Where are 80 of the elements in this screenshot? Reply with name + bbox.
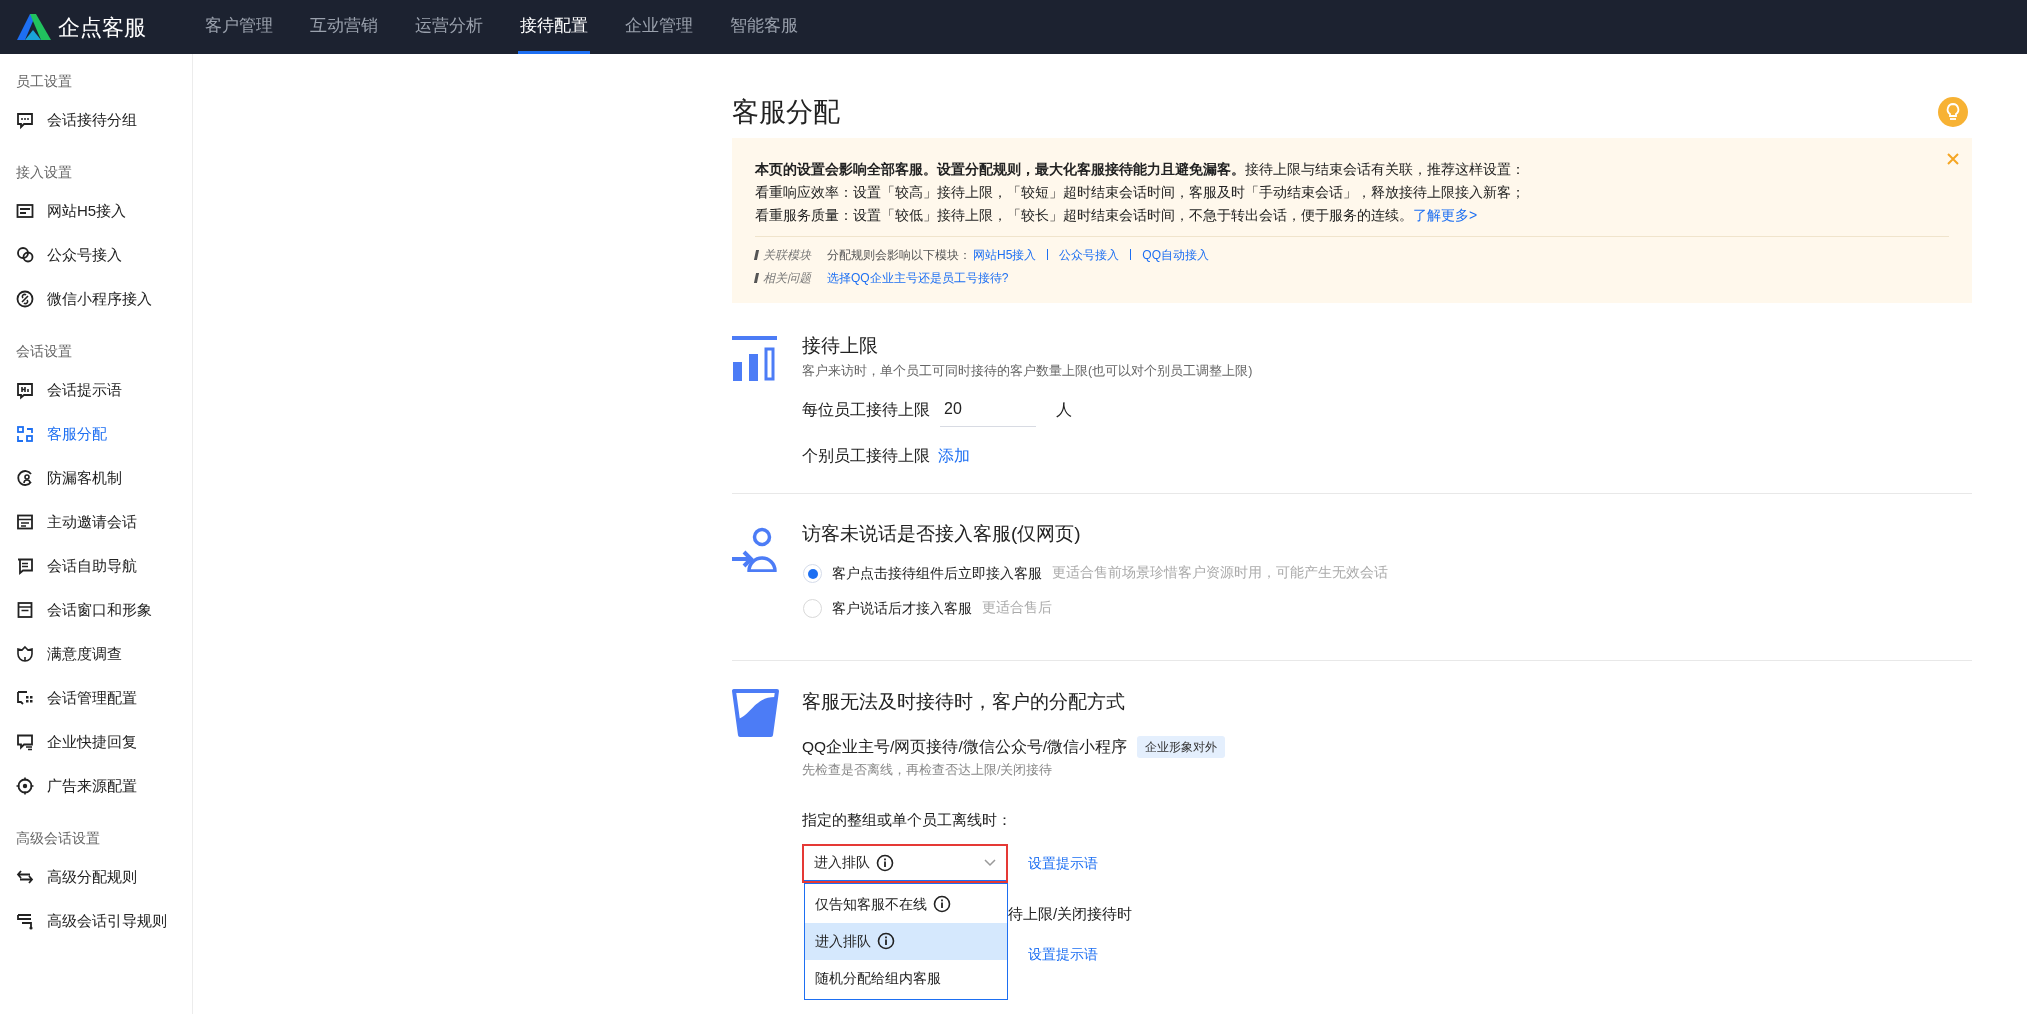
set-prompt-link[interactable]: 设置提示语	[1028, 852, 1098, 874]
nav-tab[interactable]: 客户管理	[203, 0, 275, 54]
sidebar-heading: 高级会话设置	[15, 828, 101, 848]
page-title: 客服分配	[732, 95, 840, 129]
message-lines-icon	[15, 556, 35, 576]
sidebar-item[interactable]: 高级会话引导规则	[0, 899, 192, 943]
set-prompt-link[interactable]: 设置提示语	[1028, 944, 1098, 965]
add-link[interactable]: 添加	[938, 443, 970, 467]
logo-icon	[15, 12, 53, 42]
field-label: 指定的整组或单个员工离线时：	[802, 810, 1013, 830]
sidebar-item[interactable]: 微信小程序接入	[0, 277, 192, 321]
field-label: 待上限/关闭接待时	[1008, 903, 1134, 924]
sidebar-item[interactable]: 企业快捷回复	[0, 720, 192, 764]
notice-text: 看重服务质量：设置「较低」接待上限，「较长」超时结束会话时间，不急于转出会话，便于服务的连续。了解更多>	[755, 206, 1479, 225]
chat-icon	[15, 110, 35, 130]
channel-list: QQ企业主号/网页接待/微信公众号/微信小程序	[802, 735, 1128, 759]
notice-text: 本页的设置会影响全部客服。设置分配规则，最大化客服接待能力且避免漏客。接待上限与结束会话有关联，推荐这样设置：	[755, 160, 1526, 179]
window-icon	[15, 201, 35, 221]
nav-tab[interactable]: 接待配置	[518, 0, 590, 54]
related-label: 相关问题	[763, 269, 811, 287]
sidebar-item[interactable]: 满意度调查	[0, 632, 192, 676]
lightbulb-icon[interactable]	[1938, 97, 1968, 127]
sidebar-item[interactable]: 会话窗口和形象	[0, 588, 192, 632]
section-title: 接待上限	[802, 334, 879, 358]
sidebar-item[interactable]: 会话自助导航	[0, 544, 192, 588]
close-icon[interactable]	[1946, 152, 1960, 166]
sidebar-item[interactable]: 会话管理配置	[0, 676, 192, 720]
marker-icon	[753, 272, 760, 283]
sidebar-heading: 接入设置	[15, 162, 73, 182]
chevron-down-icon	[984, 858, 996, 867]
section-title: 访客未说话是否接入客服(仅网页)	[802, 522, 1082, 546]
nav-tab[interactable]: 运营分析	[413, 0, 485, 54]
bar-chart-icon	[732, 336, 777, 381]
link-circle-icon	[15, 289, 35, 309]
related-link[interactable]: 网站H5接入	[973, 245, 1037, 264]
tag-label: 企业形象对外	[1137, 735, 1226, 758]
section-title: 客服无法及时接待时，客户的分配方式	[802, 690, 1126, 714]
radio-label: 客户点击接待组件后立即接入客服	[832, 564, 1042, 583]
cup-icon	[732, 689, 779, 737]
form-icon	[15, 512, 35, 532]
sidebar-heading: 员工设置	[15, 71, 73, 91]
menu-option[interactable]: 进入排队	[805, 922, 1007, 960]
option-hint: 更适合售前场景珍惜客户资源时用，可能产生无效会话	[1052, 564, 1388, 583]
sidebar-item[interactable]: 高级分配规则	[0, 855, 192, 899]
limit-input[interactable]: 20	[940, 392, 1036, 427]
hi-message-icon	[15, 380, 35, 400]
sidebar-item[interactable]: 广告来源配置	[0, 764, 192, 808]
related-link[interactable]: 选择QQ企业主号还是员工号接待?	[827, 268, 1009, 287]
unit-label: 人	[1056, 400, 1072, 421]
nav-tab[interactable]: 互动营销	[308, 0, 380, 54]
option-hint: 更适合售后	[982, 599, 1052, 618]
sidebar-heading: 会话设置	[15, 341, 73, 361]
field-label: 每位员工接待上限	[802, 400, 930, 421]
person-arrow-icon	[732, 525, 779, 572]
brand-name: 企点客服	[58, 13, 146, 42]
related-link[interactable]: 公众号接入	[1059, 245, 1120, 264]
nav-tab[interactable]: 企业管理	[623, 0, 695, 54]
learn-more-link[interactable]: 了解更多>	[1413, 207, 1478, 223]
marker-icon	[753, 249, 760, 260]
sidebar-item[interactable]: 会话提示语	[0, 368, 192, 412]
radio-label: 客户说话后才接入客服	[832, 599, 972, 618]
quick-reply-icon	[15, 732, 35, 752]
guide-list-icon	[15, 911, 35, 931]
sidebar-item[interactable]: 会话接待分组	[0, 98, 192, 142]
sidebar-item[interactable]: 防漏客机制	[0, 456, 192, 500]
sidebar-item[interactable]: 公众号接入	[0, 233, 192, 277]
target-icon	[15, 776, 35, 796]
section-description: 先检查是否离线，再检查否达上限/关闭接待	[802, 762, 1054, 780]
sidebar-item[interactable]: 网站H5接入	[0, 189, 192, 233]
sidebar-item[interactable]: 客服分配	[0, 412, 192, 456]
nav-tab[interactable]: 智能客服	[728, 0, 800, 54]
related-text: 分配规则会影响以下模块：	[827, 246, 971, 264]
related-link[interactable]: QQ自动接入	[1142, 245, 1209, 264]
panel-icon	[15, 600, 35, 620]
sidebar-item[interactable]: 主动邀请会话	[0, 500, 192, 544]
notice-text: 看重响应效率：设置「较高」接待上限，「较短」超时结束会话时间，客服及时「手动结束会话」，释放接待上限接入新客；	[755, 183, 1526, 202]
related-label: 关联模块	[763, 246, 811, 264]
field-label: 个别员工接待上限	[802, 445, 930, 466]
flow-icon	[15, 424, 35, 444]
section-description: 客户来访时，单个员工可同时接待的客户数量上限(也可以对个别员工调整上限)	[802, 363, 1254, 380]
